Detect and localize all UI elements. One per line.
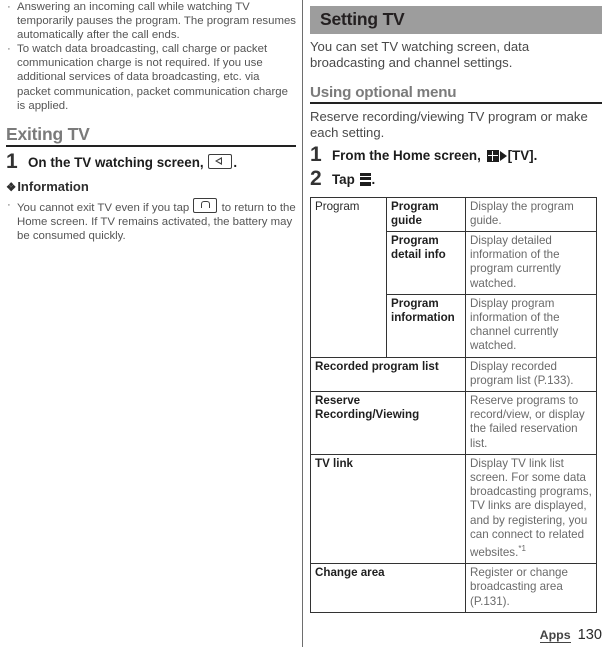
page-footer: Apps 130 xyxy=(539,627,602,643)
step-number: 2 xyxy=(310,166,322,190)
table-cell-item: TV link xyxy=(310,453,466,565)
information-heading: ❖Information xyxy=(6,179,296,196)
play-arrow-icon xyxy=(499,150,507,161)
table-cell-description-text: Display TV link list screen. For some da… xyxy=(470,456,592,559)
right-column: Setting TV You can set TV watching scree… xyxy=(310,0,602,613)
table-row: Change area Register or change broadcast… xyxy=(310,563,597,613)
back-key-icon xyxy=(208,153,233,169)
table-cell-item: Program information xyxy=(386,293,466,358)
table-cell-description: Display program information of the chann… xyxy=(465,293,597,358)
table-cell-description: Display recorded program list (P.133). xyxy=(465,356,597,393)
table-row: Program Program guide Display the progra… xyxy=(310,196,597,358)
top-bullet-list: · Answering an incoming call while watch… xyxy=(6,0,296,113)
table-cell-item: Reserve Recording/Viewing xyxy=(310,391,466,455)
home-key-icon xyxy=(193,197,218,213)
bullet-text: Answering an incoming call while watchin… xyxy=(17,1,296,42)
step-text-after: . xyxy=(371,171,376,187)
table-row: TV link Display TV link list screen. For… xyxy=(310,453,597,565)
step-setting-1: 1 From the Home screen, [TV]. xyxy=(310,142,602,166)
table-cell-description: Display the program guide. xyxy=(465,196,597,233)
table-cell-item: Program detail info xyxy=(386,231,466,295)
table-cell-item: Change area xyxy=(310,563,466,613)
left-column: · Answering an incoming call while watch… xyxy=(6,0,296,243)
table-cell-description: Display detailed information of the prog… xyxy=(465,231,597,295)
step-number: 1 xyxy=(310,142,322,166)
table-cell-description: Reserve programs to record/view, or disp… xyxy=(465,391,597,455)
step-setting-2: 2 Tap . xyxy=(310,166,602,190)
table-cell-description: Display TV link list screen. For some da… xyxy=(465,453,597,565)
bullet-dot-icon: · xyxy=(7,198,11,211)
information-heading-label: Information xyxy=(17,178,89,194)
bullet-text-before: You cannot exit TV even if you tap xyxy=(17,201,190,214)
step-text-before: From the Home screen, xyxy=(332,147,481,163)
table-row: Recorded program list Display recorded p… xyxy=(310,356,597,393)
table-cell-item: Program guide xyxy=(386,196,466,233)
footer-page-number: 130 xyxy=(577,627,602,643)
footnote-marker: *1 xyxy=(518,544,526,554)
apps-grid-icon xyxy=(486,149,499,162)
bullet-text: To watch data broadcasting, call charge … xyxy=(17,43,288,112)
list-item: · You cannot exit TV even if you tap to … xyxy=(6,197,296,243)
subsection-heading: Using optional menu xyxy=(310,83,602,104)
overflow-menu-icon xyxy=(359,172,371,186)
list-item: · To watch data broadcasting, call charg… xyxy=(6,42,296,112)
optional-menu-table: Program Program guide Display the progra… xyxy=(310,196,597,613)
column-divider xyxy=(302,0,303,647)
section-banner-title: Setting TV xyxy=(310,6,602,34)
table-cell-group: Program xyxy=(310,196,387,358)
footer-section-label: Apps xyxy=(539,628,571,643)
step-text: On the TV watching screen, . xyxy=(28,152,237,173)
bullet-dot-icon: · xyxy=(7,1,11,13)
list-item: · Answering an incoming call while watch… xyxy=(6,0,296,42)
table-cell-description: Register or change broadcasting area (P.… xyxy=(465,563,597,613)
table-row: Reserve Recording/Viewing Reserve progra… xyxy=(310,391,597,455)
manual-page: · Answering an incoming call while watch… xyxy=(0,0,609,647)
step-text: From the Home screen, [TV]. xyxy=(332,145,537,166)
step-text-after: . xyxy=(233,154,238,170)
bullet-dot-icon: · xyxy=(7,43,11,56)
step-text-before: On the TV watching screen, xyxy=(28,154,204,170)
step-text-after: [TV]. xyxy=(507,147,538,163)
subsection-intro-text: Reserve recording/viewing TV program or … xyxy=(310,108,588,141)
step-text-before: Tap xyxy=(332,171,355,187)
step-number: 1 xyxy=(6,149,18,173)
table-cell-item: Recorded program list xyxy=(310,356,466,393)
section-intro-text: You can set TV watching screen, data bro… xyxy=(310,39,530,71)
step-exiting-1: 1 On the TV watching screen, . xyxy=(6,149,296,173)
information-bullet-list: · You cannot exit TV even if you tap to … xyxy=(6,197,296,243)
floret-icon: ❖ xyxy=(6,181,17,194)
page-title: Exiting TV xyxy=(6,124,296,147)
step-text: Tap . xyxy=(332,169,375,190)
